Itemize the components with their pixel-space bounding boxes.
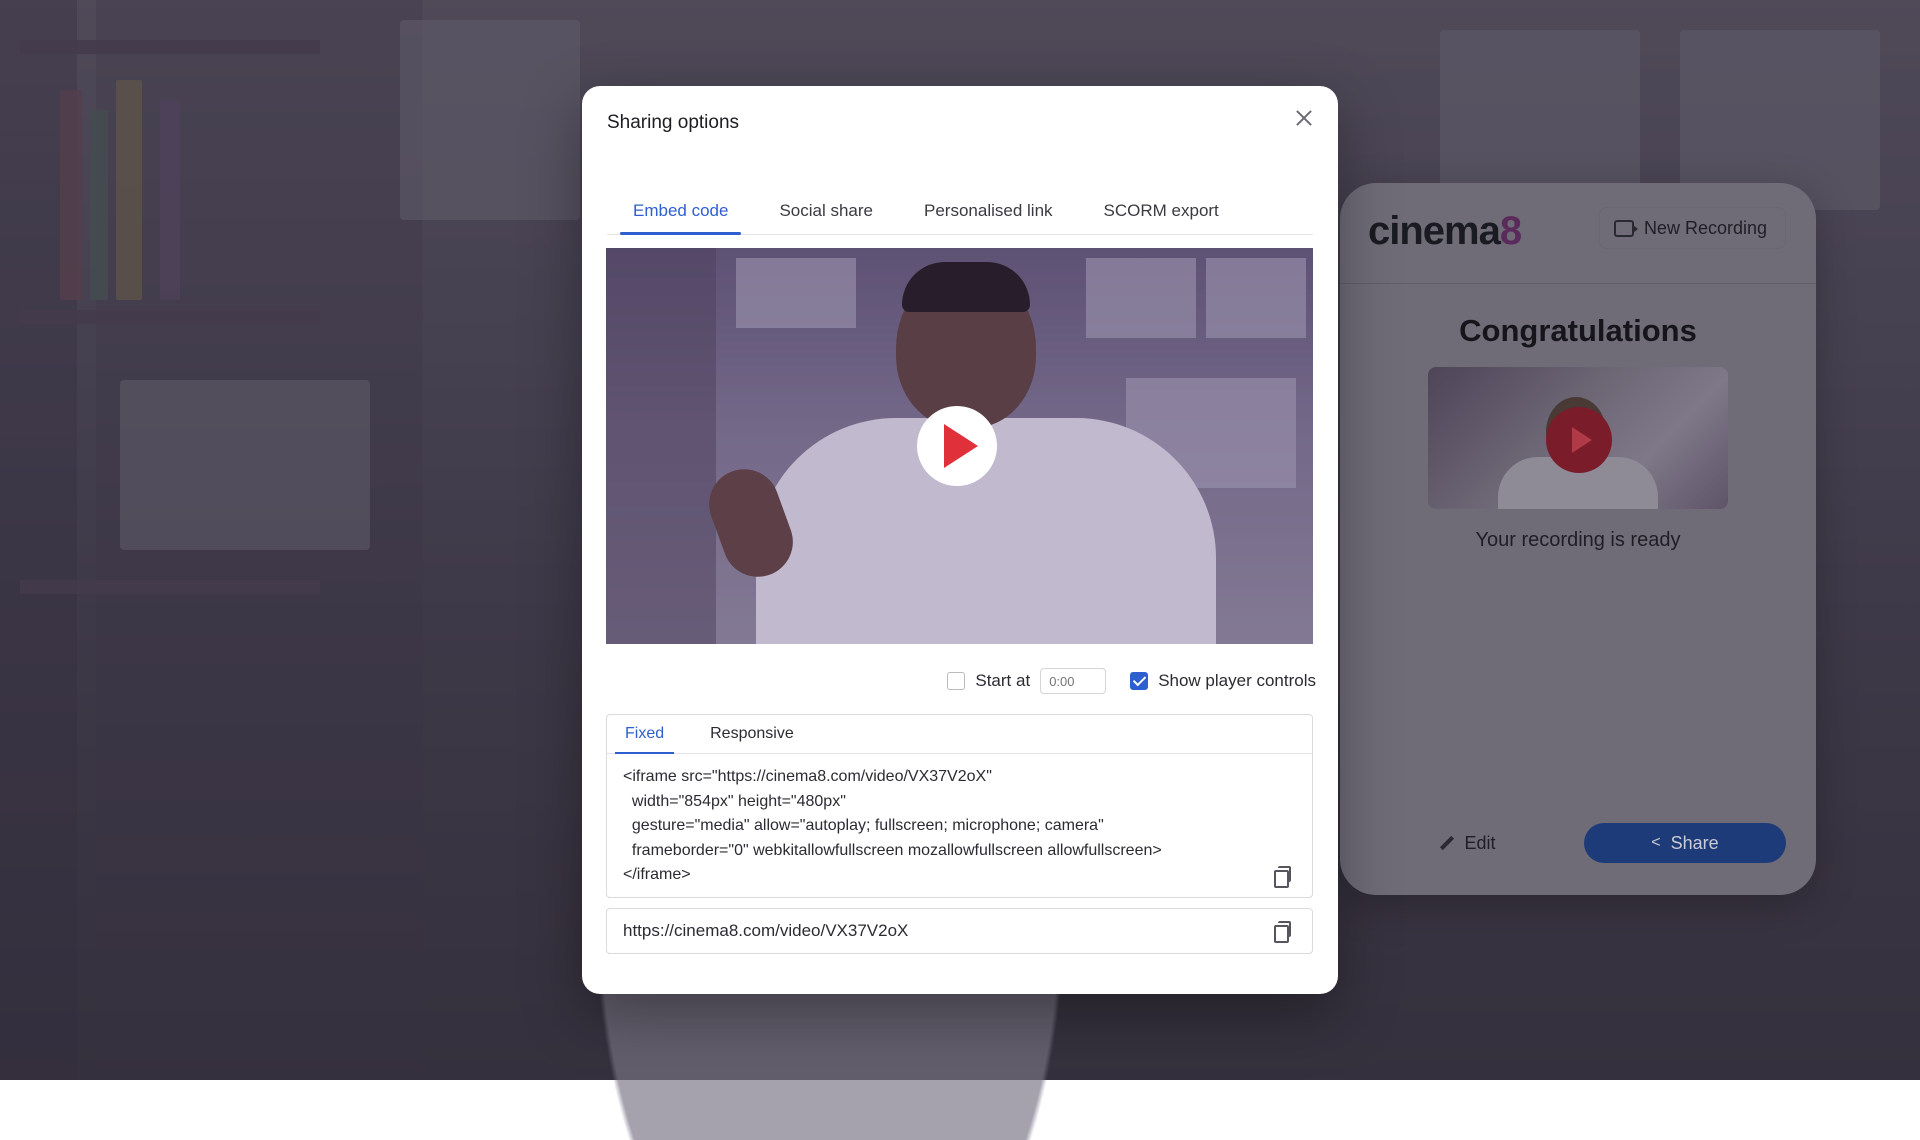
new-recording-button[interactable]: New Recording [1598,207,1786,249]
card-header: cinema8 New Recording [1340,183,1816,284]
tab-social-share[interactable]: Social share [766,188,886,234]
start-time-input[interactable] [1040,668,1107,694]
share-label: Share [1670,832,1719,853]
logo-text: cinema [1368,209,1501,253]
video-url-box: https://cinema8.com/video/VX37V2oX [606,908,1313,954]
sharing-options-modal: Sharing options Embed code Social share … [582,86,1338,994]
tab-scorm-export[interactable]: SCORM export [1091,188,1232,234]
embed-code-box: Fixed Responsive <iframe src="https://ci… [606,714,1313,898]
copy-icon[interactable] [1272,920,1292,943]
share-button[interactable]: < Share [1584,823,1786,863]
congratulations-heading: Congratulations [1459,313,1697,348]
start-at-checkbox[interactable] [947,672,966,690]
play-icon[interactable] [1546,407,1612,473]
tab-personalised-link[interactable]: Personalised link [911,188,1066,234]
new-recording-label: New Recording [1643,217,1767,238]
recording-ready-text: Your recording is ready [1475,529,1681,551]
show-player-controls-label: Show player controls [1158,671,1316,690]
sharing-tabs: Embed code Social share Personalised lin… [607,188,1313,235]
show-player-controls-checkbox[interactable] [1130,672,1149,690]
edit-label: Edit [1464,832,1496,853]
copy-icon[interactable] [1272,865,1292,888]
embed-code-text[interactable]: <iframe src="https://cinema8.com/video/V… [623,765,1252,888]
modal-title: Sharing options [607,112,740,133]
tab-fixed[interactable]: Fixed [615,715,675,754]
play-icon[interactable] [917,406,997,486]
logo-digit: 8 [1499,209,1522,253]
edit-button[interactable]: Edit [1370,823,1566,863]
tab-responsive[interactable]: Responsive [700,715,804,753]
video-url-text[interactable]: https://cinema8.com/video/VX37V2oX [623,921,908,941]
tab-embed-code[interactable]: Embed code [620,188,742,235]
close-icon[interactable] [1292,106,1316,130]
record-icon [1613,219,1638,237]
video-preview[interactable] [606,248,1313,644]
share-icon: < [1651,834,1661,851]
cinema8-logo: cinema8 [1368,209,1522,254]
pencil-icon [1440,836,1454,850]
embed-options: Start at Show player controls [582,666,1316,696]
size-tabs: Fixed Responsive [607,715,1312,754]
recording-thumbnail[interactable] [1428,367,1728,509]
recording-ready-card: cinema8 New Recording Congratulations Yo… [1340,183,1816,895]
start-at-label: Start at [975,671,1031,690]
